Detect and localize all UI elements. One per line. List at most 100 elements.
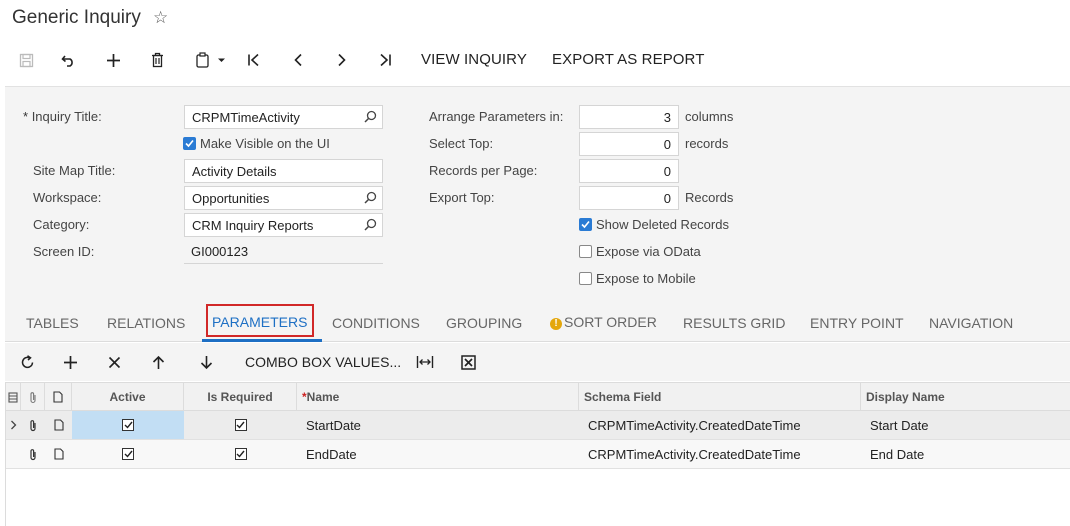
delete-row-icon[interactable] [104, 351, 124, 373]
expose-via-odata-label: Expose via OData [596, 244, 701, 259]
expose-to-mobile-checkbox[interactable]: Expose to Mobile [579, 271, 696, 286]
favorite-star-icon[interactable]: ☆ [153, 8, 168, 28]
export-records-unit-label: Records [685, 190, 734, 205]
records-per-page-value: 0 [663, 164, 671, 179]
export-top-label: Export Top: [429, 190, 495, 205]
column-header-active[interactable]: Active [72, 383, 184, 411]
site-map-title-label: Site Map Title: [33, 163, 116, 178]
site-map-title-field[interactable]: Activity Details [184, 159, 383, 183]
refresh-icon[interactable] [17, 351, 37, 373]
grid-header-row: Active Is Required * Name Schema Field Di… [6, 382, 1070, 411]
first-record-icon[interactable] [242, 42, 266, 78]
attachment-icon[interactable] [21, 440, 45, 468]
records-unit-label: records [685, 136, 729, 151]
column-header-name[interactable]: * Name [297, 383, 579, 411]
row-selector-header-icon[interactable] [6, 383, 21, 411]
export-as-report-button[interactable]: EXPORT AS REPORT [552, 51, 705, 68]
tab-bar: TABLES RELATIONS PARAMETERS CONDITIONS G… [5, 300, 1070, 342]
make-visible-checkbox[interactable]: Make Visible on the UI [183, 136, 330, 151]
page-title: Generic Inquiry [12, 7, 141, 28]
tab-results-grid[interactable]: RESULTS GRID [683, 315, 785, 331]
display-name-cell[interactable]: End Date [870, 440, 1070, 468]
column-header-schema-field[interactable]: Schema Field [579, 383, 861, 411]
export-excel-icon[interactable] [458, 351, 478, 373]
save-icon[interactable] [14, 42, 38, 78]
active-tab-indicator [202, 339, 322, 342]
name-cell[interactable]: StartDate [306, 411, 576, 439]
active-checkbox[interactable] [72, 440, 184, 468]
note-icon[interactable] [45, 440, 72, 468]
workspace-label: Workspace: [33, 190, 102, 205]
tab-highlight-box [206, 304, 314, 337]
is-required-checkbox[interactable] [184, 411, 297, 439]
delete-icon[interactable] [145, 42, 169, 78]
table-row[interactable]: StartDate CRPMTimeActivity.CreatedDateTi… [6, 411, 1070, 440]
search-icon[interactable] [364, 218, 377, 234]
required-mark: * [23, 109, 29, 124]
arrow-down-icon[interactable] [196, 351, 216, 373]
tab-entry-point[interactable]: ENTRY POINT [810, 315, 904, 331]
checkbox-checked-icon [234, 448, 247, 460]
inquiry-title-field[interactable]: CRPMTimeActivity [184, 105, 383, 129]
note-icon[interactable] [45, 411, 72, 439]
column-header-display-name[interactable]: Display Name [861, 383, 1070, 411]
expose-via-odata-checkbox[interactable]: Expose via OData [579, 244, 701, 259]
add-icon[interactable] [101, 42, 125, 78]
category-value: CRM Inquiry Reports [192, 218, 314, 233]
tab-grouping[interactable]: GROUPING [446, 315, 522, 331]
column-header-name-label: Name [306, 390, 340, 404]
arrange-parameters-field[interactable]: 3 [579, 105, 679, 129]
note-header-icon [45, 383, 72, 411]
grid-toolbar: COMBO BOX VALUES... [5, 343, 1070, 381]
show-deleted-records-checkbox[interactable]: Show Deleted Records [579, 217, 729, 232]
category-field[interactable]: CRM Inquiry Reports [184, 213, 383, 237]
combo-box-values-button[interactable]: COMBO BOX VALUES... [245, 354, 401, 370]
select-top-value: 0 [663, 137, 671, 152]
export-top-field[interactable]: 0 [579, 186, 679, 210]
arrow-up-icon[interactable] [148, 351, 168, 373]
tab-sort-order-label: SORT ORDER [564, 314, 657, 330]
site-map-title-value: Activity Details [192, 164, 277, 179]
attachment-icon[interactable] [21, 411, 45, 439]
schema-field-cell[interactable]: CRPMTimeActivity.CreatedDateTime [588, 411, 858, 439]
clipboard-menu-icon[interactable] [191, 42, 231, 78]
add-row-icon[interactable] [60, 351, 80, 373]
undo-icon[interactable] [57, 42, 81, 78]
arrange-parameters-value: 3 [663, 110, 671, 125]
expose-to-mobile-label: Expose to Mobile [596, 271, 696, 286]
inquiry-title-label-text: Inquiry Title: [31, 109, 102, 124]
warning-icon: ! [550, 317, 562, 330]
next-record-icon[interactable] [330, 42, 354, 78]
search-icon[interactable] [364, 110, 377, 126]
table-row[interactable]: EndDate CRPMTimeActivity.CreatedDateTime… [6, 440, 1070, 469]
select-top-field[interactable]: 0 [579, 132, 679, 156]
column-header-is-required[interactable]: Is Required [184, 383, 297, 411]
last-record-icon[interactable] [373, 42, 397, 78]
tab-relations[interactable]: RELATIONS [107, 315, 185, 331]
tab-sort-order[interactable]: ! SORT ORDER [550, 314, 657, 331]
view-inquiry-button[interactable]: VIEW INQUIRY [421, 51, 527, 68]
records-per-page-label: Records per Page: [429, 163, 538, 178]
tab-tables[interactable]: TABLES [26, 315, 79, 331]
checkbox-checked-icon [183, 137, 196, 150]
screen-id-field: GI000123 [184, 240, 383, 264]
tab-navigation[interactable]: NAVIGATION [929, 315, 1013, 331]
current-row-chevron-icon [6, 411, 21, 439]
fit-columns-icon[interactable] [414, 351, 436, 373]
records-per-page-field[interactable]: 0 [579, 159, 679, 183]
screen-id-value: GI000123 [191, 244, 249, 259]
previous-record-icon[interactable] [286, 42, 310, 78]
export-top-value: 0 [663, 191, 671, 206]
display-name-cell[interactable]: Start Date [870, 411, 1070, 439]
active-checkbox[interactable] [72, 411, 184, 439]
search-icon[interactable] [364, 191, 377, 207]
is-required-checkbox[interactable] [184, 440, 297, 468]
title-bar: Generic Inquiry ☆ [0, 0, 1070, 36]
attachment-header-icon [21, 383, 45, 411]
tab-conditions[interactable]: CONDITIONS [332, 315, 420, 331]
inquiry-title-label: * Inquiry Title: [23, 109, 102, 124]
screen-id-label: Screen ID: [33, 244, 95, 259]
name-cell[interactable]: EndDate [306, 440, 576, 468]
workspace-field[interactable]: Opportunities [184, 186, 383, 210]
schema-field-cell[interactable]: CRPMTimeActivity.CreatedDateTime [588, 440, 858, 468]
